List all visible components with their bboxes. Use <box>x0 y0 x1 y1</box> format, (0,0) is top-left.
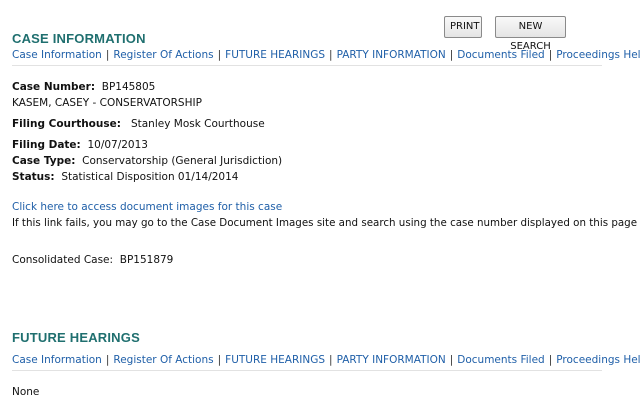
courthouse-value: Stanley Mosk Courthouse <box>130 118 265 130</box>
filing-date-label: Filing Date: <box>12 139 81 151</box>
status-row: Status: Statistical Disposition 01/14/20… <box>12 170 238 184</box>
nav-link-party-information[interactable]: PARTY INFORMATION <box>337 49 446 61</box>
status-value: Statistical Disposition 01/14/2014 <box>61 171 239 183</box>
courthouse-label: Filing Courthouse: <box>12 118 121 130</box>
case-number-row: Case Number: BP145805 <box>12 80 155 94</box>
nav-separator: | <box>329 354 333 366</box>
consolidated-case-label: Consolidated Case: <box>12 254 114 266</box>
nav-link-register-of-actions[interactable]: Register Of Actions <box>113 49 213 61</box>
document-images-link[interactable]: Click here to access document images for… <box>12 201 282 213</box>
nav-link-party-information[interactable]: PARTY INFORMATION <box>337 354 446 366</box>
filing-date-row: Filing Date: 10/07/2013 <box>12 138 148 152</box>
nav-link-documents-filed[interactable]: Documents Filed <box>457 354 544 366</box>
case-name: KASEM, CASEY - CONSERVATORSHIP <box>12 97 202 109</box>
case-number-label: Case Number: <box>12 81 96 93</box>
nav-link-case-information[interactable]: Case Information <box>12 49 102 61</box>
case-information-heading: CASE INFORMATION <box>12 31 146 46</box>
nav-link-future-hearings[interactable]: FUTURE HEARINGS <box>225 354 325 366</box>
section-nav-future-hearings: Case Information | Register Of Actions | FUT… <box>12 353 640 371</box>
courthouse-row: Filing Courthouse: Stanley Mosk Courthou… <box>12 117 265 131</box>
case-type-label: Case Type: <box>12 155 76 167</box>
nav-separator: | <box>217 354 222 366</box>
nav-link-future-hearings[interactable]: FUTURE HEARINGS <box>225 49 325 61</box>
future-hearings-heading: FUTURE HEARINGS <box>12 330 140 345</box>
nav-separator: | <box>329 49 333 61</box>
nav-separator: | <box>548 49 553 61</box>
nav-link-proceedings-held[interactable]: Proceedings Held <box>556 354 640 366</box>
case-number-value: BP145805 <box>101 81 156 93</box>
nav-separator: | <box>105 354 110 366</box>
nav-separator: | <box>548 354 553 366</box>
nav-link-proceedings-held[interactable]: Proceedings Held <box>556 49 640 61</box>
print-button[interactable]: PRINT <box>444 16 482 38</box>
document-images-note: If this link fails, you may go to the Ca… <box>12 217 638 229</box>
status-label: Status: <box>12 171 55 183</box>
nav-separator: | <box>449 49 454 61</box>
doc-images-row: Click here to access document images for… <box>12 200 282 214</box>
case-type-value: Conservatorship (General Jurisdiction) <box>82 155 283 167</box>
consolidated-case-value: BP151879 <box>119 254 174 266</box>
consolidated-case-row: Consolidated Case: BP151879 <box>12 253 173 267</box>
nav-separator: | <box>449 354 454 366</box>
case-type-row: Case Type: Conservatorship (General Juri… <box>12 154 282 168</box>
new-search-button[interactable]: NEW SEARCH <box>495 16 566 52</box>
filing-date-value: 10/07/2013 <box>87 139 148 151</box>
section-nav-top: Case Information | Register Of Actions | FUT… <box>12 48 640 66</box>
nav-separator: | <box>105 49 110 61</box>
nav-link-documents-filed[interactable]: Documents Filed <box>457 49 544 61</box>
nav-link-register-of-actions[interactable]: Register Of Actions <box>113 354 213 366</box>
nav-link-case-information[interactable]: Case Information <box>12 354 102 366</box>
future-hearings-value: None <box>12 386 40 398</box>
nav-separator: | <box>217 49 222 61</box>
